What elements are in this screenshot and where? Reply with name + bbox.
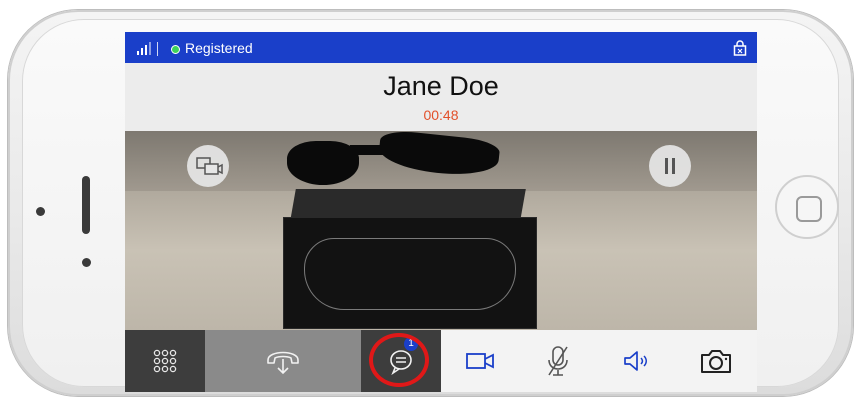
- registered-status-dot-icon: [171, 45, 180, 54]
- mute-microphone-icon: [548, 346, 568, 376]
- mute-button[interactable]: [519, 330, 597, 392]
- video-toggle-button[interactable]: [441, 330, 519, 392]
- switch-camera-icon: [196, 157, 223, 175]
- dialpad-icon: [153, 349, 177, 373]
- lock-icon: [733, 40, 747, 56]
- phone-screen: Registered Jane Doe 00:48 1: [125, 32, 757, 392]
- call-header: Jane Doe 00:48: [125, 63, 757, 131]
- remote-video-feed: [125, 128, 757, 330]
- speaker-icon: [624, 351, 647, 371]
- signal-icon: [137, 42, 153, 55]
- pause-video-button[interactable]: [649, 145, 691, 187]
- video-box-front: [283, 217, 537, 329]
- status-divider: [157, 42, 158, 56]
- front-camera-dot: [82, 258, 91, 267]
- transfer-call-icon: [267, 351, 299, 375]
- call-timer: 00:48: [423, 107, 459, 123]
- video-camera-icon: [466, 353, 494, 369]
- dialpad-button[interactable]: [125, 330, 205, 392]
- speaker-button[interactable]: [597, 330, 675, 392]
- highlight-ring: [369, 333, 429, 387]
- video-glasses-lens-left: [287, 141, 359, 185]
- transfer-call-button[interactable]: [205, 330, 361, 392]
- home-button-square-icon: [796, 196, 822, 222]
- caller-name: Jane Doe: [383, 71, 499, 101]
- call-toolbar: 1: [125, 330, 757, 392]
- camera-icon: [701, 350, 731, 373]
- status-bar: Registered: [125, 32, 757, 63]
- home-button[interactable]: [775, 175, 839, 239]
- switch-camera-button[interactable]: [187, 145, 229, 187]
- registration-status: Registered: [185, 40, 253, 56]
- front-sensor-dot: [36, 207, 45, 216]
- earpiece-speaker: [82, 176, 90, 234]
- chat-button[interactable]: 1: [361, 330, 441, 392]
- snapshot-button[interactable]: [675, 330, 757, 392]
